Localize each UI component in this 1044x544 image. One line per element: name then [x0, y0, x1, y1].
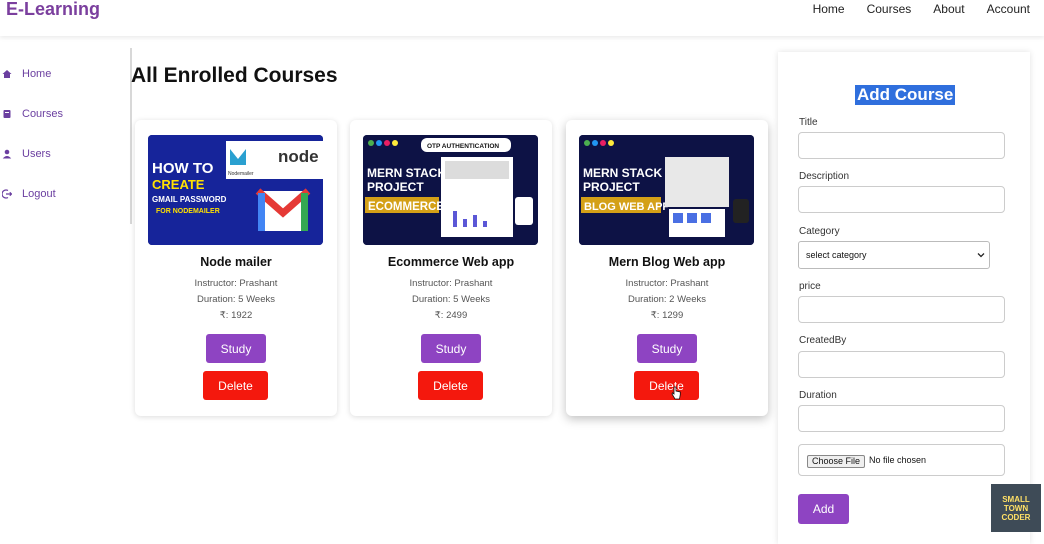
delete-button[interactable]: Delete [418, 371, 483, 400]
createdby-label: CreatedBy [799, 335, 847, 346]
course-instructor: Instructor: Prashant [625, 278, 709, 289]
thumb-text: FOR NODEMAILER [156, 208, 220, 215]
nav-courses-link[interactable]: Courses [867, 2, 912, 16]
file-status-text: No file chosen [869, 455, 927, 465]
form-title: Add Course [855, 85, 956, 105]
thumb-text: OTP AUTHENTICATION [427, 143, 499, 150]
price-input[interactable] [798, 296, 1005, 323]
course-thumbnail: MERN STACK PROJECT BLOG WEB APP [579, 135, 754, 245]
createdby-input[interactable] [798, 351, 1005, 378]
study-button[interactable]: Study [206, 334, 266, 363]
duration-input[interactable] [798, 405, 1005, 432]
brand-logo[interactable]: E-Learning [6, 0, 100, 20]
page-title: All Enrolled Courses [131, 64, 338, 87]
course-thumbnail: OTP AUTHENTICATION MERN STACK PROJECT EC… [363, 135, 538, 245]
thumb-text: GMAIL PASSWORD [152, 195, 227, 204]
course-duration: Duration: 2 Weeks [628, 294, 706, 305]
description-input[interactable] [798, 186, 1005, 213]
top-navbar: E-Learning Home Courses About Account [0, 0, 1044, 36]
sidebar-item-label: Courses [22, 108, 63, 120]
sidebar: Home Courses Users Logout [0, 48, 132, 224]
category-label: Category [799, 226, 840, 237]
course-thumbnail: HOW TO CREATE GMAIL PASSWORD FOR NODEMAI… [148, 135, 323, 245]
thumb-text: MERN STACK [583, 166, 662, 180]
home-icon [2, 70, 12, 78]
sidebar-item-home[interactable]: Home [2, 68, 51, 80]
course-price: ₹: 2499 [434, 310, 468, 321]
study-button[interactable]: Study [637, 334, 697, 363]
thumb-text: PROJECT [583, 180, 640, 194]
nav-about-link[interactable]: About [933, 2, 964, 16]
sidebar-item-logout[interactable]: Logout [2, 188, 56, 200]
chevron-down-icon [977, 253, 985, 258]
study-button[interactable]: Study [421, 334, 481, 363]
sidebar-item-label: Home [22, 68, 52, 80]
choose-file-button[interactable]: Choose File [807, 455, 866, 468]
book-icon [3, 110, 11, 118]
file-input[interactable]: Choose File No file chosen [798, 444, 1005, 476]
user-icon [2, 149, 12, 159]
delete-button[interactable]: Delete [634, 371, 699, 400]
course-card: OTP AUTHENTICATION MERN STACK PROJECT EC… [350, 120, 552, 416]
description-label: Description [799, 171, 850, 182]
course-instructor: Instructor: Prashant [409, 278, 493, 289]
thumb-text: HOW TO [152, 160, 214, 177]
logout-icon [2, 189, 12, 199]
course-price: ₹: 1299 [650, 310, 684, 321]
course-title: Node mailer [200, 255, 272, 269]
course-title: Mern Blog Web app [608, 255, 726, 269]
nav-links: Home Courses About Account [813, 2, 1030, 16]
title-input[interactable] [798, 132, 1005, 159]
nav-account-link[interactable]: Account [987, 2, 1030, 16]
hand-cursor-icon [671, 386, 681, 400]
sidebar-item-label: Users [22, 148, 51, 160]
sidebar-item-label: Logout [22, 188, 56, 200]
category-selected-value: select category [806, 250, 867, 260]
course-card: MERN STACK PROJECT BLOG WEB APP Mern Blo… [566, 120, 768, 416]
course-price: ₹: 1922 [219, 310, 253, 321]
thumb-text: ECOMMERCE [368, 201, 444, 213]
course-card: HOW TO CREATE GMAIL PASSWORD FOR NODEMAI… [135, 120, 337, 416]
thumb-text: PROJECT [367, 180, 424, 194]
channel-watermark-logo: SMALL TOWN CODER [991, 484, 1041, 532]
thumb-text: Nodemailer [228, 171, 254, 177]
duration-label: Duration [799, 390, 837, 401]
course-title: Ecommerce Web app [387, 255, 515, 269]
delete-button[interactable]: Delete [203, 371, 268, 400]
thumb-text: CREATE [152, 177, 205, 192]
title-label: Title [799, 117, 818, 128]
course-duration: Duration: 5 Weeks [197, 294, 275, 305]
price-label: price [799, 281, 821, 292]
course-instructor: Instructor: Prashant [194, 278, 278, 289]
course-duration: Duration: 5 Weeks [412, 294, 490, 305]
thumb-text: node [278, 147, 319, 166]
nav-home-link[interactable]: Home [813, 2, 845, 16]
add-course-button[interactable]: Add [798, 494, 849, 524]
sidebar-item-users[interactable]: Users [2, 148, 51, 160]
category-select[interactable]: select category [798, 241, 990, 269]
sidebar-item-courses[interactable]: Courses [2, 108, 63, 120]
thumb-text: MERN STACK [367, 166, 446, 180]
thumb-text: BLOG WEB APP [584, 201, 670, 213]
